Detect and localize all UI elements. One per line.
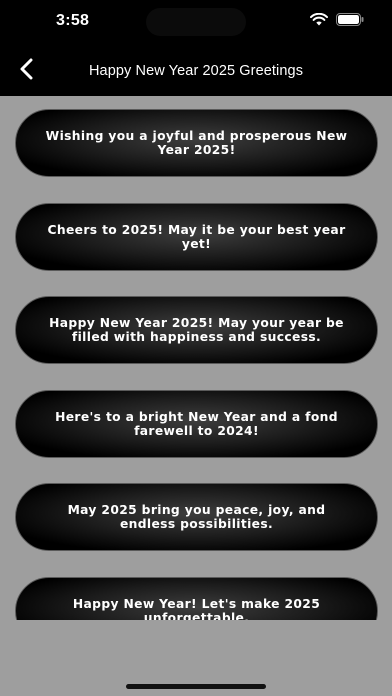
header-bar: 3:58 Happy New Year 2025 Greetings	[0, 0, 392, 96]
app-screen: 3:58 Happy New Year 2025 Greetings Wishi…	[0, 0, 392, 696]
wifi-icon	[310, 12, 328, 31]
greeting-card[interactable]: Wishing you a joyful and prosperous New …	[15, 109, 378, 177]
home-indicator	[126, 684, 266, 689]
greeting-card[interactable]: Happy New Year! Let's make 2025 unforget…	[15, 577, 378, 620]
greeting-card[interactable]: Here's to a bright New Year and a fond f…	[15, 390, 378, 458]
greeting-card[interactable]: Happy New Year 2025! May your year be fi…	[15, 296, 378, 364]
greeting-text: May 2025 bring you peace, joy, and endle…	[67, 503, 326, 531]
dynamic-island	[146, 8, 246, 36]
battery-icon	[336, 13, 364, 31]
page-title: Happy New Year 2025 Greetings	[88, 63, 304, 79]
status-time: 3:58	[56, 12, 90, 29]
greeting-text: Happy New Year 2025! May your year be fi…	[49, 316, 344, 344]
greeting-card[interactable]: May 2025 bring you peace, joy, and endle…	[15, 483, 378, 551]
greeting-text: Cheers to 2025! May it be your best year…	[47, 223, 346, 251]
greetings-list[interactable]: Wishing you a joyful and prosperous New …	[0, 96, 392, 620]
greeting-text: Wishing you a joyful and prosperous New …	[45, 129, 348, 157]
greeting-text: Happy New Year! Let's make 2025 unforget…	[72, 597, 321, 620]
greeting-card[interactable]: Cheers to 2025! May it be your best year…	[15, 203, 378, 271]
status-icons	[310, 12, 364, 31]
greeting-text: Here's to a bright New Year and a fond f…	[55, 410, 338, 438]
